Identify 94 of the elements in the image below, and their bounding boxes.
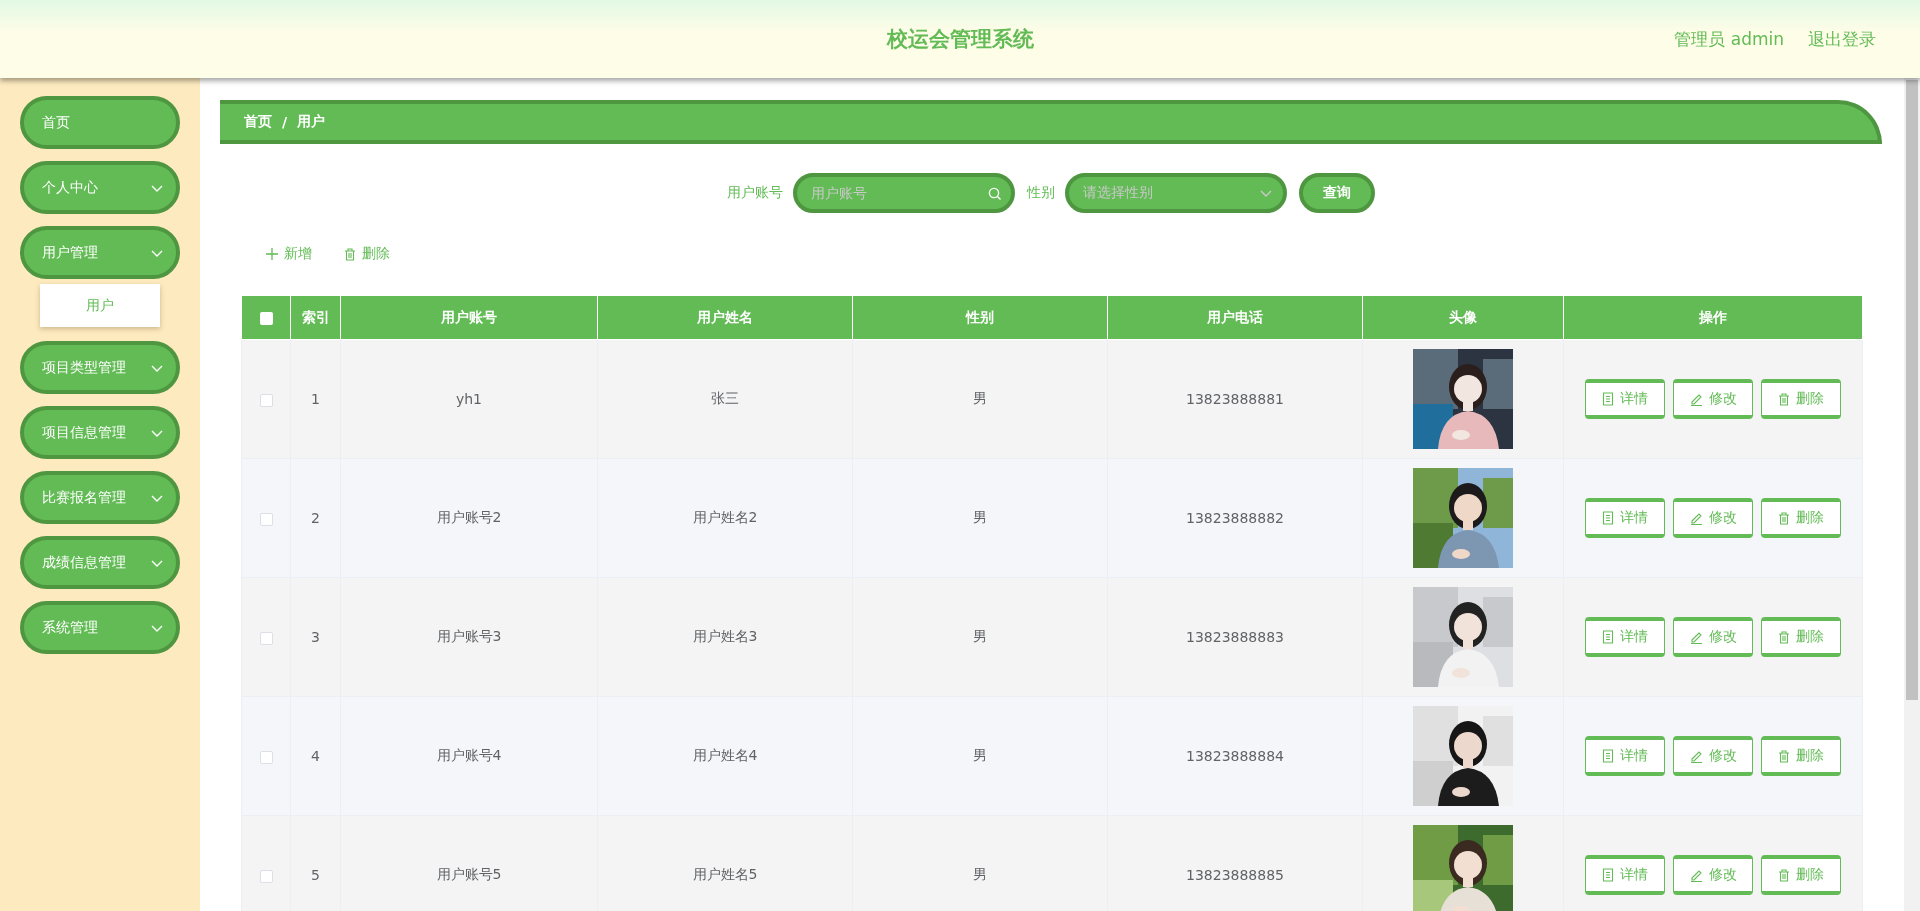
search-field[interactable]: 用户账号 <box>793 173 1015 213</box>
sidebar-item[interactable]: 个人中心 <box>20 161 180 214</box>
column-header: 索引 <box>290 296 341 340</box>
table-cell: 男 <box>852 696 1108 816</box>
sidebar-item[interactable]: 首页 <box>20 96 180 149</box>
table-cell: 用户账号5 <box>340 815 598 911</box>
edit-button[interactable]: 修改 <box>1673 855 1753 895</box>
table-cell: 13823888881 <box>1107 339 1363 459</box>
edit-button[interactable]: 修改 <box>1673 379 1753 419</box>
pencil-icon <box>1689 392 1703 406</box>
document-icon <box>1602 749 1614 763</box>
pencil-icon <box>1689 630 1703 644</box>
table-cell: 用户姓名4 <box>597 696 853 816</box>
column-header: 用户账号 <box>340 296 598 340</box>
sidebar-item[interactable]: 用户管理 <box>20 226 180 279</box>
delete-button[interactable]: 删除 <box>1761 855 1841 895</box>
table-cell: 2 <box>290 458 341 578</box>
trash-icon <box>1778 392 1790 406</box>
table-cell: 男 <box>852 458 1108 578</box>
delete-button[interactable]: 删除 <box>1761 379 1841 419</box>
logout-link[interactable]: 退出登录 <box>1808 27 1876 51</box>
plus-icon <box>266 248 278 260</box>
table-cell: 张三 <box>597 339 853 459</box>
breadcrumb-item[interactable]: 首页 <box>244 113 272 131</box>
table-cell: 男 <box>852 577 1108 697</box>
edit-button[interactable]: 修改 <box>1673 736 1753 776</box>
row-checkbox[interactable] <box>259 512 273 526</box>
field-label: 用户账号 <box>727 184 783 202</box>
document-icon <box>1602 511 1614 525</box>
detail-button[interactable]: 详情 <box>1585 379 1665 419</box>
row-checkbox[interactable] <box>259 750 273 764</box>
edit-button[interactable]: 修改 <box>1673 617 1753 657</box>
trash-icon <box>1778 749 1790 763</box>
column-header: 操作 <box>1563 296 1863 340</box>
user-label: 管理员 admin <box>1674 27 1784 51</box>
detail-button[interactable]: 详情 <box>1585 617 1665 657</box>
delete-button[interactable]: 删除 <box>1761 498 1841 538</box>
table-cell: 用户姓名3 <box>597 577 853 697</box>
document-icon <box>1602 630 1614 644</box>
edit-button[interactable]: 修改 <box>1673 498 1753 538</box>
detail-button[interactable]: 详情 <box>1585 498 1665 538</box>
add-button[interactable]: 新增 <box>260 237 318 271</box>
sidebar-item[interactable]: 项目类型管理 <box>20 341 180 394</box>
table-cell: 13823888883 <box>1107 577 1363 697</box>
table-cell: 1 <box>290 339 341 459</box>
row-checkbox[interactable] <box>259 393 273 407</box>
table-cell: 13823888882 <box>1107 458 1363 578</box>
detail-button[interactable]: 详情 <box>1585 855 1665 895</box>
select-all-checkbox[interactable] <box>259 312 273 325</box>
sidebar-item[interactable]: 比赛报名管理 <box>20 471 180 524</box>
document-icon <box>1602 868 1614 882</box>
field-label: 性别 <box>1027 184 1055 202</box>
delete-button[interactable]: 删除 <box>1761 736 1841 776</box>
column-header: 用户电话 <box>1107 296 1363 340</box>
delete-button[interactable]: 删除 <box>1761 617 1841 657</box>
search-button[interactable]: 查询 <box>1299 173 1375 213</box>
search-icon <box>988 187 1001 200</box>
breadcrumb-item[interactable]: 用户 <box>297 113 326 131</box>
table-cell: 13823888885 <box>1107 815 1363 911</box>
trash-icon <box>1778 868 1790 882</box>
breadcrumb-separator: / <box>282 114 288 130</box>
table-cell: 13823888884 <box>1107 696 1363 816</box>
table-cell: 3 <box>290 577 341 697</box>
table-cell: 用户姓名2 <box>597 458 853 578</box>
detail-button[interactable]: 详情 <box>1585 736 1665 776</box>
submenu-item[interactable]: 用户 <box>40 284 160 327</box>
sidebar-item[interactable]: 系统管理 <box>20 601 180 654</box>
table-cell: 4 <box>290 696 341 816</box>
delete-button[interactable]: 删除 <box>338 237 396 271</box>
table-cell: 用户姓名5 <box>597 815 853 911</box>
pencil-icon <box>1689 868 1703 882</box>
pencil-icon <box>1689 511 1703 525</box>
table-cell: yh1 <box>340 339 598 459</box>
trash-icon <box>1778 511 1790 525</box>
document-icon <box>1602 392 1614 406</box>
scrollbar-thumb[interactable] <box>1906 80 1918 700</box>
table-cell: 男 <box>852 815 1108 911</box>
select-field[interactable]: 请选择性别 <box>1065 173 1287 213</box>
trash-icon <box>344 247 356 261</box>
sidebar-item[interactable]: 成绩信息管理 <box>20 536 180 589</box>
app-title: 校运会管理系统 <box>886 26 1034 53</box>
table-cell: 用户账号4 <box>340 696 598 816</box>
row-checkbox[interactable] <box>259 869 273 883</box>
table-cell: 男 <box>852 339 1108 459</box>
table-cell: 5 <box>290 815 341 911</box>
table-cell: 用户账号2 <box>340 458 598 578</box>
column-header: 用户姓名 <box>597 296 853 340</box>
column-header: 头像 <box>1362 296 1564 340</box>
trash-icon <box>1778 630 1790 644</box>
sidebar-item[interactable]: 项目信息管理 <box>20 406 180 459</box>
table-cell: 用户账号3 <box>340 577 598 697</box>
column-header: 性别 <box>852 296 1108 340</box>
pencil-icon <box>1689 749 1703 763</box>
row-checkbox[interactable] <box>259 631 273 645</box>
